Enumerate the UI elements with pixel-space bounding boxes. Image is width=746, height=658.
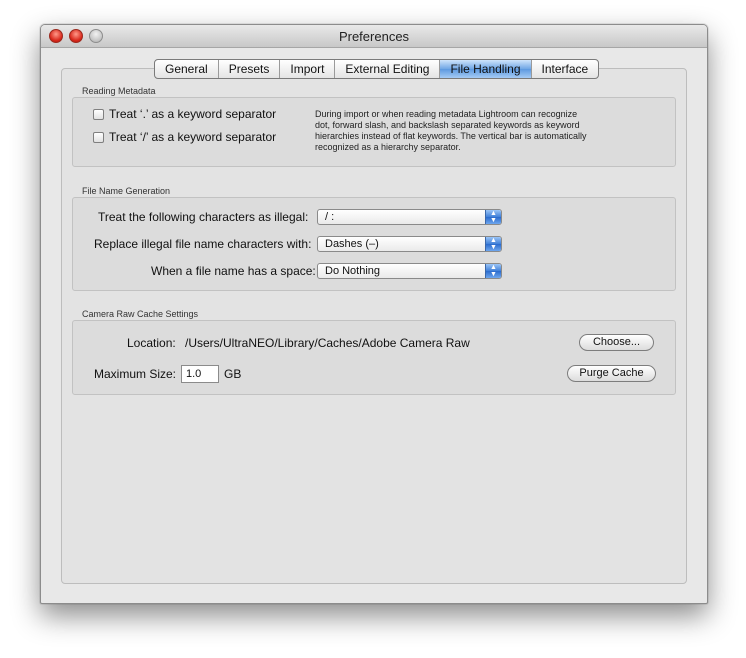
tab-interface[interactable]: Interface xyxy=(532,60,599,78)
tab-import[interactable]: Import xyxy=(280,60,336,78)
replace-chars-value: Dashes (–) xyxy=(325,238,379,250)
maximum-size-label: Maximum Size: xyxy=(94,367,177,381)
space-handling-label: When a file name has a space: xyxy=(151,264,316,278)
replace-chars-select[interactable]: Dashes (–) ▲ ▼ xyxy=(317,236,502,252)
space-handling-value: Do Nothing xyxy=(325,265,381,277)
tab-external-editing[interactable]: External Editing xyxy=(335,60,441,78)
reading-metadata-help: During import or when reading metadata L… xyxy=(315,109,635,153)
slash-separator-checkbox[interactable] xyxy=(93,132,104,143)
cache-location-path: /Users/UltraNEO/Library/Caches/Adobe Cam… xyxy=(185,336,470,350)
preferences-tabs: General Presets Import External Editing … xyxy=(154,59,600,79)
illegal-chars-value: / : xyxy=(325,211,335,223)
purge-cache-button[interactable]: Purge Cache xyxy=(567,365,656,382)
slash-separator-label[interactable]: Treat ‘/’ as a keyword separator xyxy=(109,130,276,144)
select-arrows-icon: ▲ ▼ xyxy=(485,237,501,251)
help-line: dot, forward slash, and backslash separa… xyxy=(315,120,580,130)
dot-separator-label[interactable]: Treat ‘.’ as a keyword separator xyxy=(109,107,276,121)
select-arrows-icon: ▲ ▼ xyxy=(485,210,501,224)
replace-chars-label: Replace illegal file name characters wit… xyxy=(94,237,312,251)
location-label: Location: xyxy=(127,336,176,350)
select-arrows-icon: ▲ ▼ xyxy=(485,264,501,278)
file-name-generation-heading: File Name Generation xyxy=(82,186,171,196)
tab-general[interactable]: General xyxy=(155,60,219,78)
reading-metadata-heading: Reading Metadata xyxy=(82,86,156,96)
tab-file-handling[interactable]: File Handling xyxy=(440,60,532,78)
help-line: recognized as a hierarchy separator. xyxy=(315,142,461,152)
help-line: During import or when reading metadata L… xyxy=(315,109,578,119)
illegal-chars-select[interactable]: / : ▲ ▼ xyxy=(317,209,502,225)
title-bar[interactable]: Preferences xyxy=(41,25,707,48)
window-title: Preferences xyxy=(338,29,410,44)
choose-location-button[interactable]: Choose... xyxy=(579,334,654,351)
space-handling-select[interactable]: Do Nothing ▲ ▼ xyxy=(317,263,502,279)
camera-raw-cache-group xyxy=(72,320,676,395)
maximum-size-input[interactable] xyxy=(181,365,219,383)
preferences-window: Preferences General Presets Import Exter… xyxy=(40,24,708,604)
help-line: hierarchies instead of flat keywords. Th… xyxy=(315,131,587,141)
dot-separator-checkbox[interactable] xyxy=(93,109,104,120)
camera-raw-cache-heading: Camera Raw Cache Settings xyxy=(82,309,199,319)
illegal-chars-label: Treat the following characters as illega… xyxy=(98,210,309,224)
tab-presets[interactable]: Presets xyxy=(219,60,281,78)
maximum-size-unit: GB xyxy=(224,367,242,381)
